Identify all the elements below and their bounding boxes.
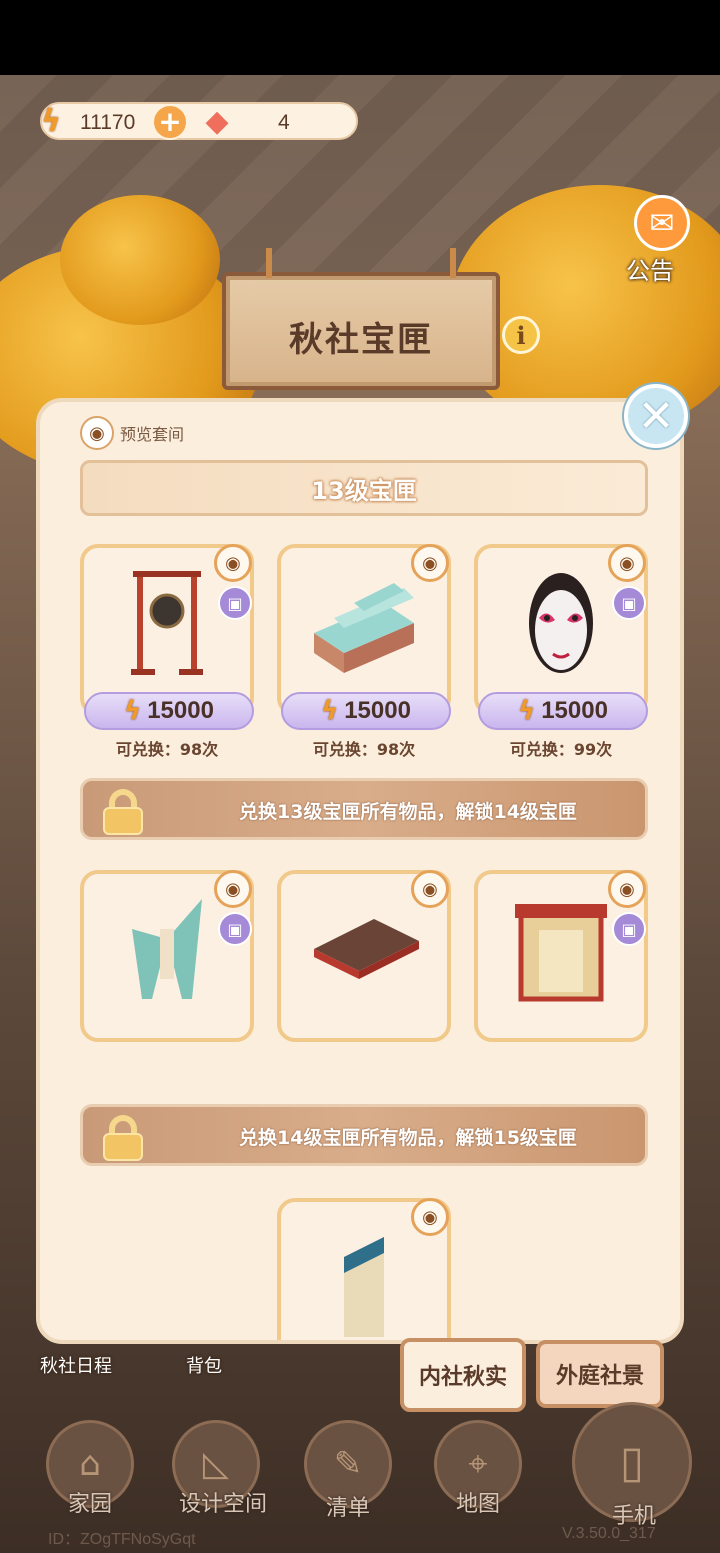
tab-inner-autumn-label: 内社秋实: [418, 1365, 507, 1390]
nav-home-label: 家园: [67, 1492, 112, 1517]
item-card-opera-mask[interactable]: ◉ ▣ ϟ 15000: [474, 544, 648, 730]
nav-list[interactable]: ✎ 清单: [300, 1420, 396, 1521]
remaining-count: 可兑换：98次: [312, 740, 416, 759]
unlock-level-14-banner: 兑换13级宝匣所有物品，解锁14级宝匣: [80, 778, 648, 840]
eye-icon: ◉: [80, 416, 114, 450]
eye-icon[interactable]: ◉: [411, 1198, 449, 1236]
version-text: V.3.50.0_317: [562, 1525, 656, 1542]
notice-button[interactable]: ✉ 公告: [612, 195, 704, 290]
price-value: 15000: [541, 697, 608, 724]
rope-decoration: [266, 248, 272, 278]
bag-label[interactable]: 背包: [186, 1352, 222, 1378]
item-card-screen[interactable]: ◉: [277, 1198, 451, 1340]
lightning-icon: ϟ: [124, 696, 142, 726]
autumn-schedule-label[interactable]: 秋社日程: [40, 1352, 112, 1378]
lightning-icon: ϟ: [321, 696, 339, 726]
level-banner-label: 13级宝匣: [311, 476, 417, 505]
player-id: ID：ZOgTFNoSyGqt: [48, 1531, 196, 1548]
preview-room-button[interactable]: ◉ 预览套间: [80, 416, 184, 450]
item-card-gong[interactable]: ◉ ▣ ϟ 15000: [80, 544, 254, 730]
title-sign: 秋社宝匣: [222, 248, 500, 390]
nav-design[interactable]: ◺ 设计空间: [168, 1420, 278, 1520]
eye-icon[interactable]: ◉: [214, 870, 252, 908]
eye-icon[interactable]: ◉: [411, 870, 449, 908]
item-card-gate[interactable]: ◉ ▣: [474, 870, 648, 1042]
notice-label: 公告: [626, 257, 674, 285]
page-title: 秋社宝匣: [289, 320, 433, 360]
price-button[interactable]: ϟ 15000: [281, 692, 451, 730]
item-card-curtain[interactable]: ◉ ▣: [80, 870, 254, 1042]
nav-list-label: 清单: [325, 1496, 370, 1521]
price-value: 15000: [147, 697, 214, 724]
panel-scroll-area[interactable]: ◉ 预览套间 13级宝匣 ◉ ▣ ϟ 15000 可兑换：98次 ◉ ϟ 150…: [40, 402, 680, 1340]
nav-map-label: 地图: [455, 1492, 500, 1517]
treasure-box-panel: ◉ 预览套间 13级宝匣 ◉ ▣ ϟ 15000 可兑换：98次 ◉ ϟ 150…: [36, 398, 684, 1344]
close-button[interactable]: ✕: [624, 384, 688, 448]
price-button[interactable]: ϟ 15000: [478, 692, 648, 730]
unlock-hint: 兑换14级宝匣所有物品，解锁15级宝匣: [239, 1127, 577, 1149]
lightning-icon: ϟ: [41, 103, 61, 139]
lightning-icon: ϟ: [518, 696, 536, 726]
tab-outer-court-label: 外庭社景: [555, 1364, 644, 1389]
info-button[interactable]: i: [502, 316, 540, 354]
item-card-stairs[interactable]: ◉ ϟ 15000: [277, 544, 451, 730]
add-energy-button[interactable]: +: [152, 104, 188, 140]
item-card-platform[interactable]: ◉: [277, 870, 451, 1042]
eye-icon[interactable]: ◉: [608, 544, 646, 582]
gem-value: 4: [278, 111, 290, 134]
nav-phone[interactable]: ▯ 手机: [572, 1402, 696, 1529]
ginkgo-tree-small: [60, 195, 220, 325]
diamond-icon: ◆: [205, 103, 229, 139]
rope-decoration: [450, 248, 456, 278]
energy-value: 11170: [80, 111, 136, 134]
nav-design-label: 设计空间: [178, 1492, 267, 1517]
tab-inner-autumn[interactable]: 内社秋实: [400, 1338, 526, 1412]
eye-icon[interactable]: ◉: [411, 544, 449, 582]
remaining-count: 可兑换：99次: [509, 740, 613, 759]
tab-outer-court[interactable]: 外庭社景: [536, 1340, 664, 1408]
remaining-count: 可兑换：98次: [115, 740, 219, 759]
tag-icon[interactable]: ▣: [612, 912, 646, 946]
unlock-hint: 兑换13级宝匣所有物品，解锁14级宝匣: [239, 801, 577, 823]
price-value: 15000: [344, 697, 411, 724]
tag-icon[interactable]: ▣: [218, 586, 252, 620]
lock-icon: [101, 1115, 145, 1161]
unlock-level-15-banner: 兑换14级宝匣所有物品，解锁15级宝匣: [80, 1104, 648, 1166]
nav-home[interactable]: ⌂ 家园: [42, 1420, 138, 1520]
currency-bar: ϟ 11170 + ◆ 4: [40, 102, 358, 140]
preview-room-label: 预览套间: [120, 425, 185, 444]
nav-map[interactable]: ⌖ 地图: [430, 1420, 526, 1520]
tag-icon[interactable]: ▣: [218, 912, 252, 946]
tag-icon[interactable]: ▣: [612, 586, 646, 620]
eye-icon[interactable]: ◉: [608, 870, 646, 908]
price-button[interactable]: ϟ 15000: [84, 692, 254, 730]
megaphone-icon: ✉: [634, 195, 690, 251]
level-banner: 13级宝匣: [80, 460, 648, 516]
lock-icon: [101, 789, 145, 835]
eye-icon[interactable]: ◉: [214, 544, 252, 582]
